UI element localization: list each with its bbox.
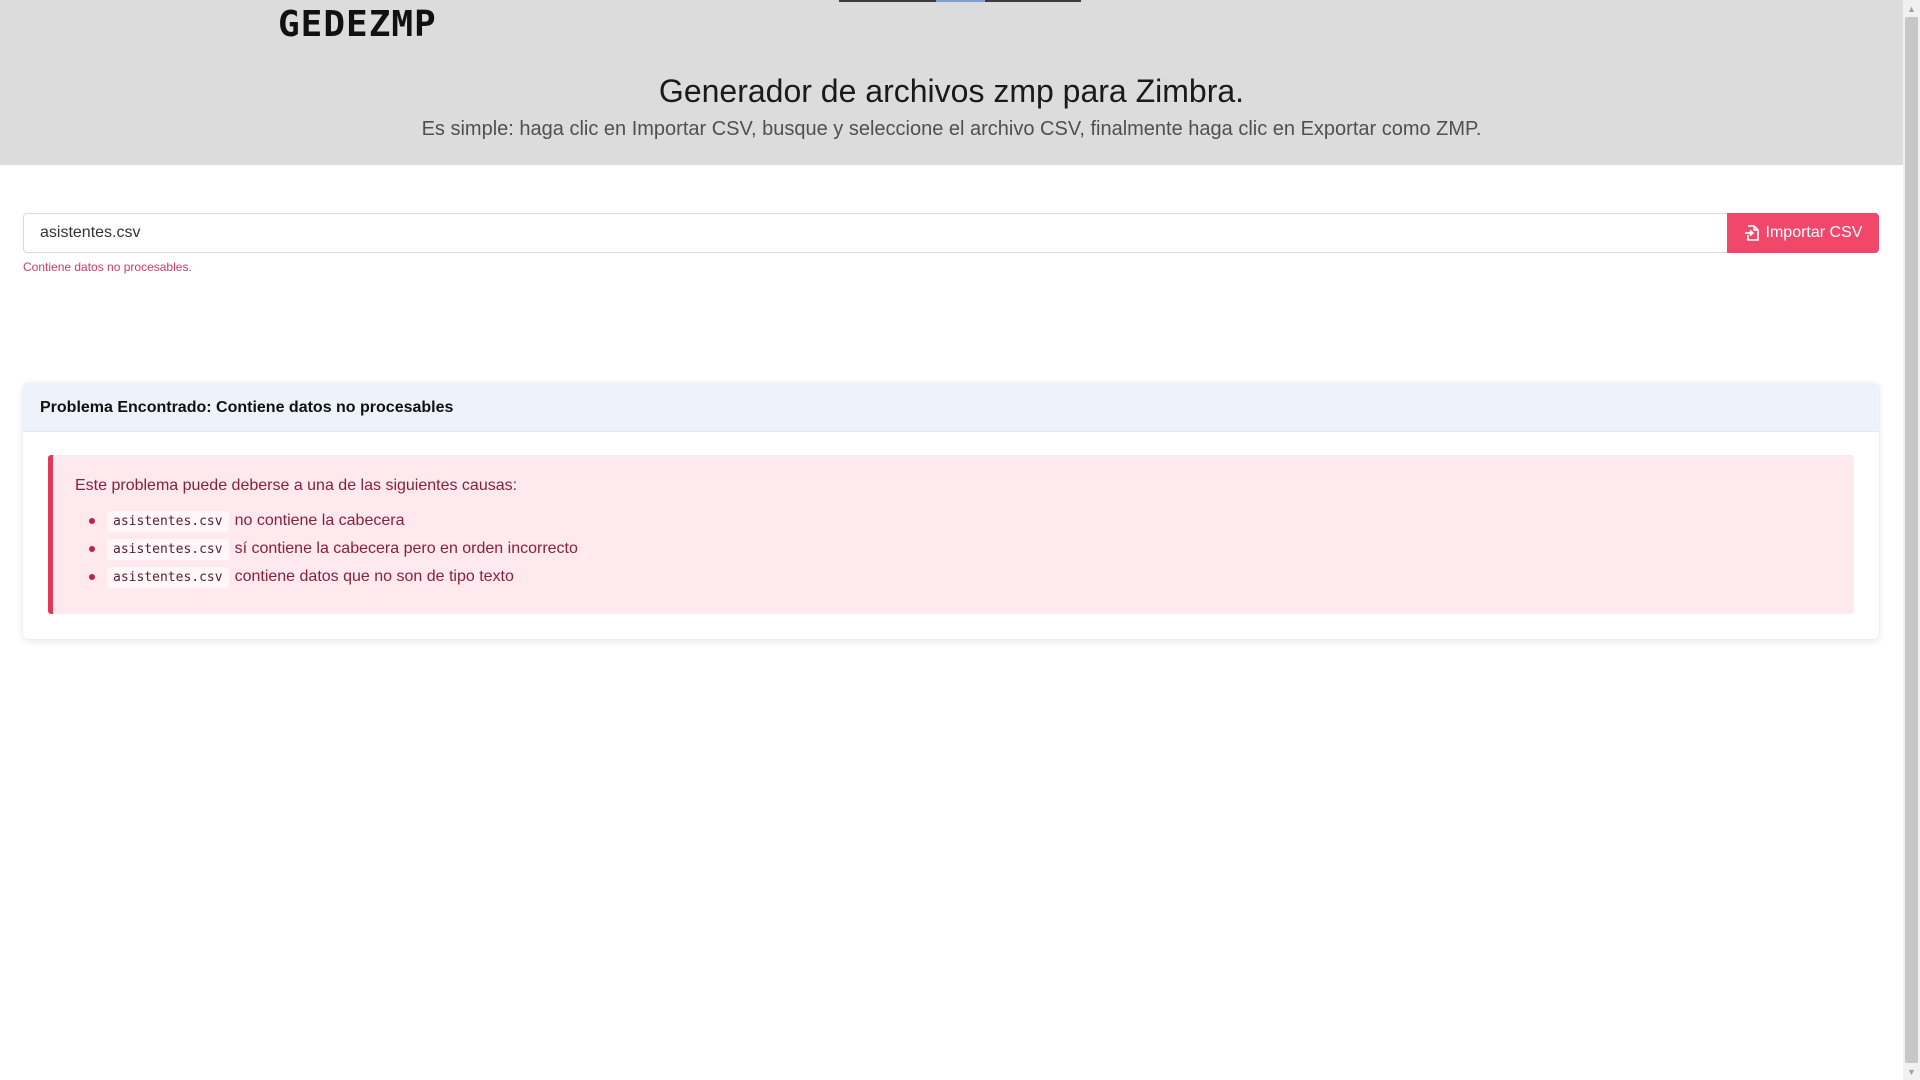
hero-header: GEDEZMP Generador de archivos zmp para Z… <box>0 0 1903 165</box>
scroll-up-icon[interactable]: ▲ <box>1903 0 1920 17</box>
page-title: Generador de archivos zmp para Zimbra. <box>658 73 1245 109</box>
cause-file-code: asistentes.csv <box>107 510 229 532</box>
vertical-scrollbar[interactable]: ▲ ▼ <box>1903 0 1920 1080</box>
problem-alert: Este problema puede deberse a una de las… <box>48 455 1854 614</box>
validation-message: Contiene datos no procesables. <box>23 260 192 274</box>
loading-indicator-segment <box>936 0 985 2</box>
import-csv-label: Importar CSV <box>1765 224 1863 241</box>
cause-item: asistentes.csv contiene datos que no son… <box>75 563 1854 591</box>
file-input-group: asistentes.csv Importar CSV <box>23 213 1879 253</box>
brand-logo[interactable]: GEDEZMP <box>278 4 437 45</box>
page: GEDEZMP Generador de archivos zmp para Z… <box>0 0 1903 1080</box>
cause-item: asistentes.csv sí contiene la cabecera p… <box>75 535 1854 563</box>
problem-intro: Este problema puede deberse a una de las… <box>75 477 518 494</box>
file-name-field[interactable]: asistentes.csv <box>23 213 1727 253</box>
cause-file-code: asistentes.csv <box>107 566 229 588</box>
page-subtitle: Es simple: haga clic en Importar CSV, bu… <box>421 118 1482 140</box>
loading-indicator <box>839 0 1081 2</box>
scroll-down-icon[interactable]: ▼ <box>1903 1063 1920 1080</box>
bullet-icon <box>89 546 95 552</box>
problem-card: Problema Encontrado: Contiene datos no p… <box>23 383 1879 639</box>
scrollbar-thumb[interactable] <box>1905 17 1918 1063</box>
causes-list: asistentes.csv no contiene la cabecera a… <box>75 507 1854 591</box>
cause-text: no contiene la cabecera <box>234 512 405 529</box>
import-csv-button[interactable]: Importar CSV <box>1727 213 1879 253</box>
bullet-icon <box>89 574 95 580</box>
cause-item: asistentes.csv no contiene la cabecera <box>75 507 1854 535</box>
cause-file-code: asistentes.csv <box>107 538 229 560</box>
problem-card-header: Problema Encontrado: Contiene datos no p… <box>23 383 1879 432</box>
cause-text: sí contiene la cabecera pero en orden in… <box>234 540 578 557</box>
file-import-icon <box>1744 225 1759 241</box>
cause-text: contiene datos que no son de tipo texto <box>234 568 514 585</box>
bullet-icon <box>89 518 95 524</box>
